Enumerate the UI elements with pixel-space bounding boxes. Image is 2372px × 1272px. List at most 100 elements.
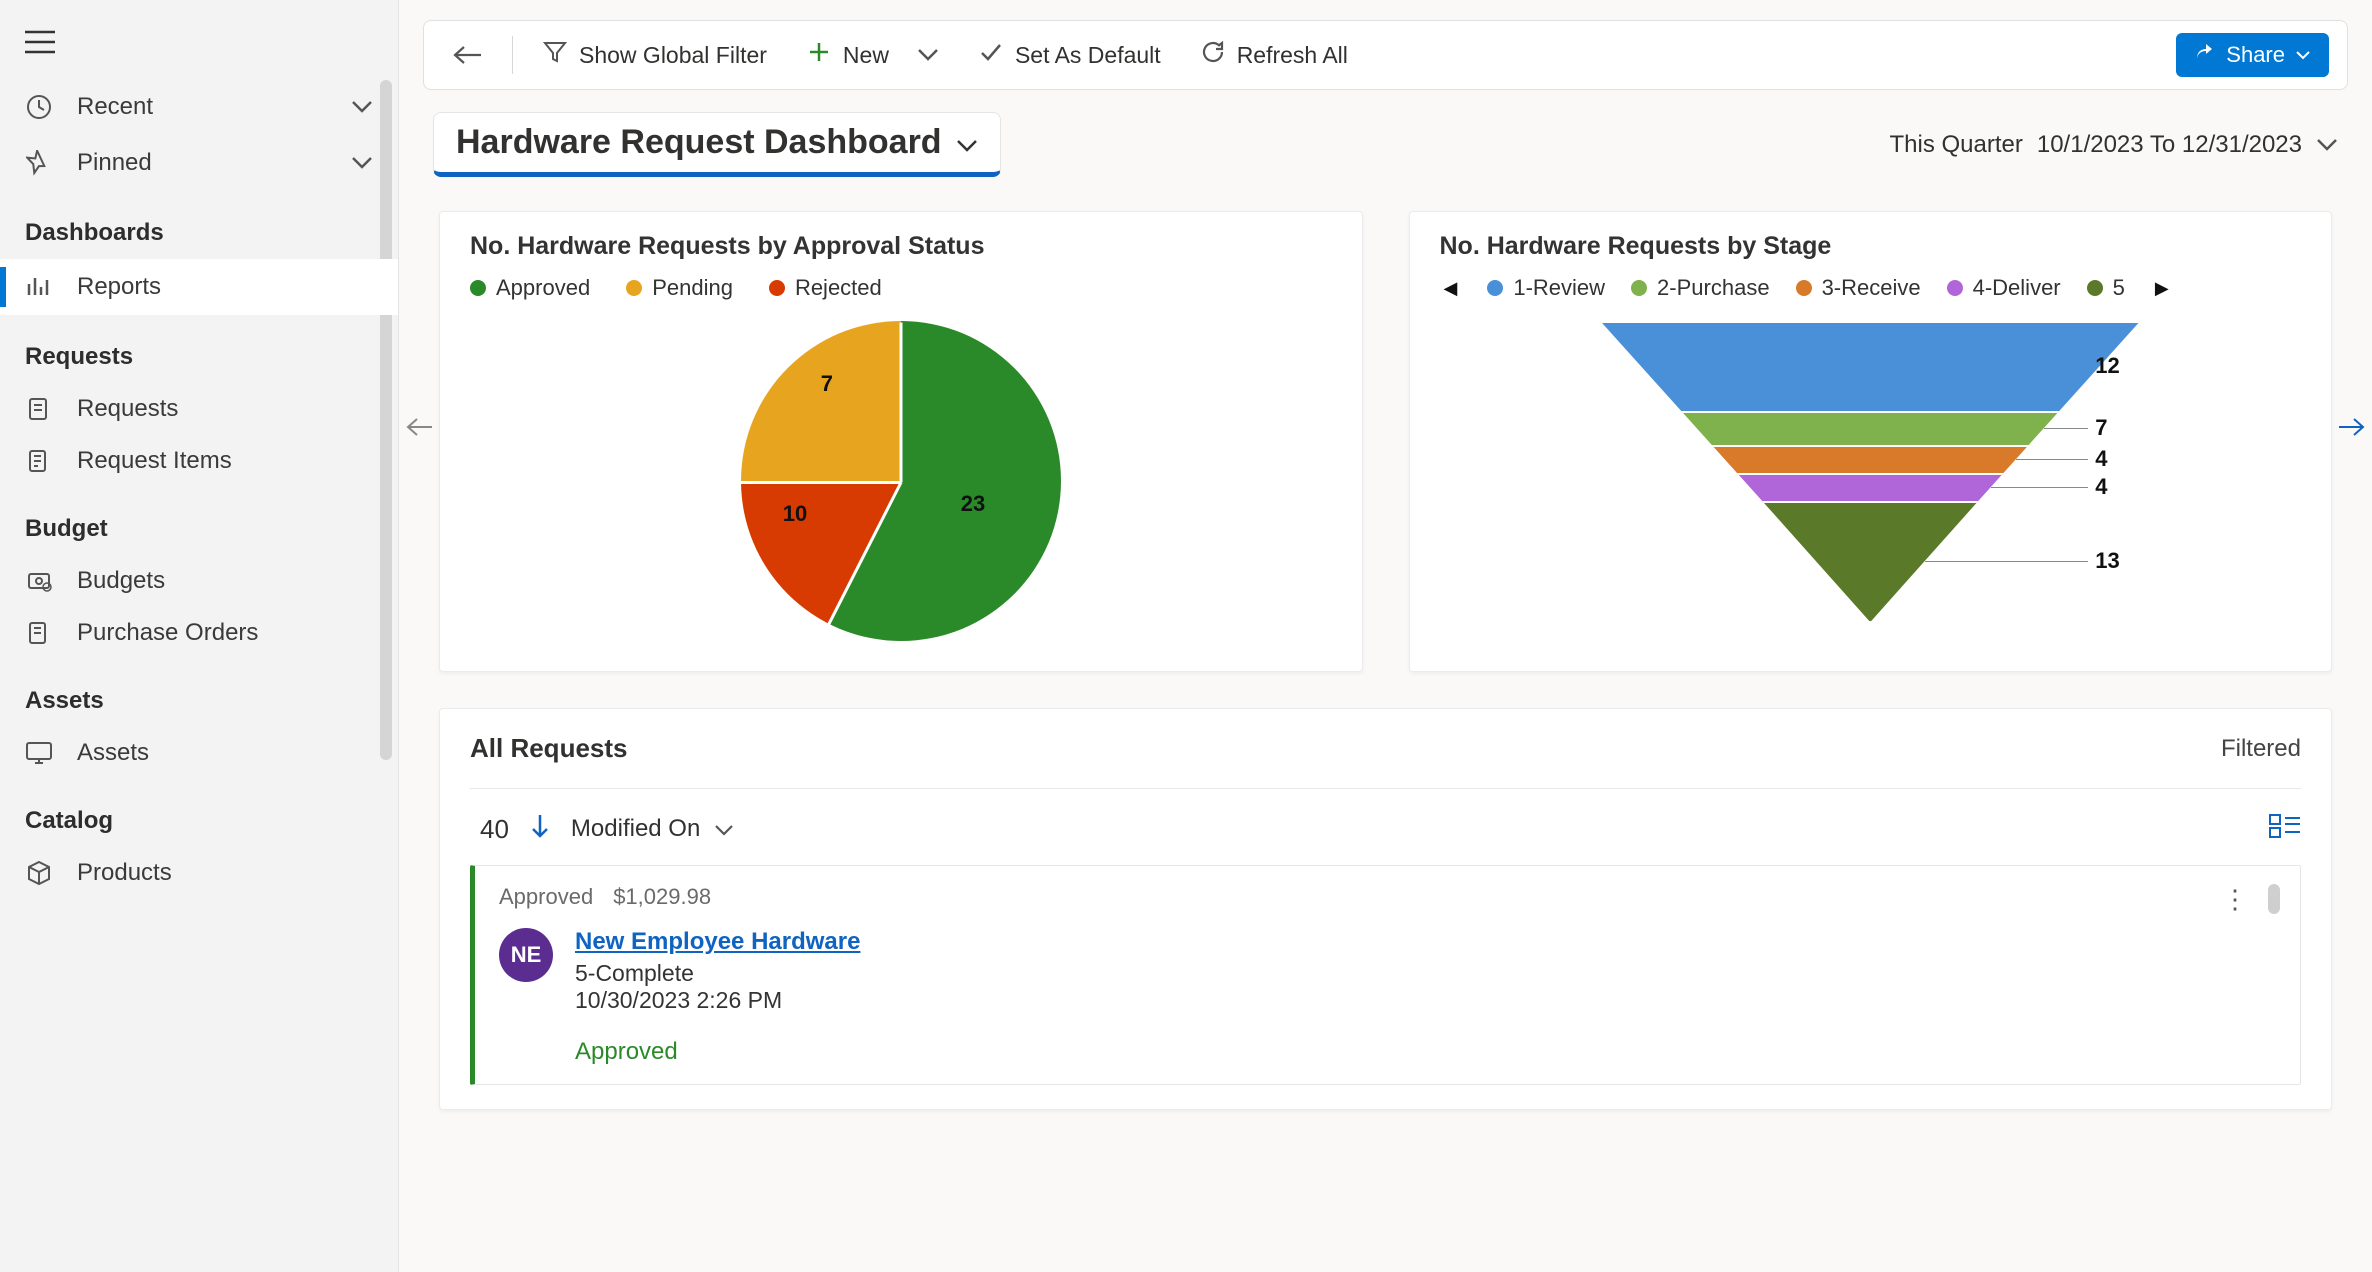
pin-icon xyxy=(25,149,53,177)
funnel-segment xyxy=(1737,473,2003,501)
plus-icon xyxy=(807,40,831,70)
view-toggle-button[interactable] xyxy=(2269,814,2301,844)
funnel-value: 13 xyxy=(2095,548,2119,574)
legend-scroll-right[interactable]: ▶ xyxy=(2151,278,2173,299)
sidebar-scrollbar[interactable] xyxy=(380,80,392,760)
reports-icon xyxy=(25,273,53,301)
nav-recent-label: Recent xyxy=(77,93,153,121)
legend-scroll-left[interactable]: ◀ xyxy=(1440,278,1462,299)
chevron-down-icon xyxy=(956,123,978,162)
charts-row: No. Hardware Requests by Approval Status… xyxy=(399,187,2372,672)
sidebar-item-products[interactable]: Products xyxy=(0,847,398,899)
cmd-label: Set As Default xyxy=(1015,42,1161,69)
legend-deliver[interactable]: 4-Deliver xyxy=(1947,275,2061,301)
back-button[interactable] xyxy=(442,39,492,71)
sidebar-item-label: Reports xyxy=(77,273,161,301)
charts-scroll-left[interactable] xyxy=(405,417,435,443)
dot-icon xyxy=(1947,280,1963,296)
funnel-value: 4 xyxy=(2095,446,2107,472)
legend-pending[interactable]: Pending xyxy=(626,275,733,301)
main-content: Show Global Filter New Set As Default Re… xyxy=(399,0,2372,1272)
sort-field-selector[interactable]: Modified On xyxy=(571,815,734,843)
nav-recent[interactable]: Recent xyxy=(0,79,398,135)
divider xyxy=(512,36,513,74)
requests-header: All Requests Filtered xyxy=(470,733,2301,789)
page-title: Hardware Request Dashboard xyxy=(456,123,942,162)
item-stage: 5-Complete xyxy=(575,960,860,987)
sidebar-item-label: Request Items xyxy=(77,447,232,475)
share-label: Share xyxy=(2226,42,2285,68)
avatar: NE xyxy=(499,928,553,982)
new-button[interactable]: New xyxy=(797,34,949,76)
clock-icon xyxy=(25,93,53,121)
cmd-label: Refresh All xyxy=(1237,42,1348,69)
card-title: No. Hardware Requests by Approval Status xyxy=(470,232,1332,261)
filtered-label: Filtered xyxy=(2221,735,2301,763)
all-requests-card: All Requests Filtered 40 Modified On ⋮ xyxy=(439,708,2332,1110)
section-dashboards: Dashboards xyxy=(0,191,398,259)
requests-icon xyxy=(25,395,53,423)
cmd-label: New xyxy=(843,42,889,69)
nav-pinned[interactable]: Pinned xyxy=(0,135,398,191)
sort-field-label: Modified On xyxy=(571,815,700,843)
funnel-segment xyxy=(1681,411,2059,445)
card-approval-status: No. Hardware Requests by Approval Status… xyxy=(439,211,1363,672)
requests-toolbar: 40 Modified On xyxy=(470,789,2301,865)
requests-count: 40 xyxy=(480,814,509,845)
dot-icon xyxy=(2087,280,2103,296)
purchase-orders-icon xyxy=(25,619,53,647)
section-catalog: Catalog xyxy=(0,779,398,847)
budgets-icon xyxy=(25,567,53,595)
sidebar-item-label: Assets xyxy=(77,739,149,767)
funnel-value: 4 xyxy=(2095,474,2107,500)
sidebar-item-label: Requests xyxy=(77,395,178,423)
card-stage: No. Hardware Requests by Stage ◀ 1-Revie… xyxy=(1409,211,2333,672)
set-as-default-button[interactable]: Set As Default xyxy=(969,34,1171,76)
funnel-value: 7 xyxy=(2095,415,2107,441)
legend-purchase[interactable]: 2-Purchase xyxy=(1631,275,1770,301)
timeframe-selector[interactable]: This Quarter 10/1/2023 To 12/31/2023 xyxy=(1889,131,2338,159)
item-link[interactable]: New Employee Hardware xyxy=(575,928,860,955)
legend-approved[interactable]: Approved xyxy=(470,275,590,301)
title-row: Hardware Request Dashboard This Quarter … xyxy=(399,90,2372,187)
pie-value: 10 xyxy=(783,501,807,527)
list-item[interactable]: ⋮ Approved $1,029.98 NE New Employee Har… xyxy=(470,865,2301,1085)
sidebar-item-purchase-orders[interactable]: Purchase Orders xyxy=(0,607,398,659)
share-button[interactable]: Share xyxy=(2176,33,2329,77)
pie-value: 23 xyxy=(961,491,985,517)
sidebar-item-reports[interactable]: Reports xyxy=(0,259,398,315)
section-budget: Budget xyxy=(0,487,398,555)
legend-receive[interactable]: 3-Receive xyxy=(1796,275,1921,301)
item-status-top: Approved xyxy=(499,884,593,910)
funnel-value: 12 xyxy=(2095,353,2119,379)
legend-review[interactable]: 1-Review xyxy=(1487,275,1605,301)
more-icon[interactable]: ⋮ xyxy=(2222,894,2248,904)
legend-overflow[interactable]: 5 xyxy=(2087,275,2125,301)
item-status-bottom: Approved xyxy=(575,1038,860,1066)
funnel-segment xyxy=(1712,445,2029,473)
refresh-all-button[interactable]: Refresh All xyxy=(1191,34,1358,76)
sidebar-item-request-items[interactable]: Request Items xyxy=(0,435,398,487)
dot-icon xyxy=(1487,280,1503,296)
funnel-chart[interactable]: 12 7 44 13 xyxy=(1440,311,2302,651)
hamburger-button[interactable] xyxy=(0,20,398,79)
sort-direction-icon[interactable] xyxy=(529,813,551,845)
sidebar-item-assets[interactable]: Assets xyxy=(0,727,398,779)
sidebar-item-label: Products xyxy=(77,859,172,887)
pie-legend: Approved Pending Rejected xyxy=(470,275,1332,301)
pie-chart[interactable]: 23710 xyxy=(470,311,1332,651)
sidebar-item-budgets[interactable]: Budgets xyxy=(0,555,398,607)
sidebar-item-requests[interactable]: Requests xyxy=(0,383,398,435)
check-icon xyxy=(979,40,1003,70)
funnel-segment xyxy=(1600,321,2140,411)
show-global-filter-button[interactable]: Show Global Filter xyxy=(533,34,777,76)
charts-scroll-right[interactable] xyxy=(2336,417,2366,443)
list-scrollbar[interactable] xyxy=(2268,884,2280,914)
dot-icon xyxy=(626,280,642,296)
chevron-down-icon xyxy=(351,156,373,170)
chevron-down-icon xyxy=(351,100,373,114)
dashboard-title-selector[interactable]: Hardware Request Dashboard xyxy=(433,112,1001,177)
chevron-down-icon xyxy=(2316,131,2338,159)
sidebar: Recent Pinned Dashboards Reports Request… xyxy=(0,0,399,1272)
legend-rejected[interactable]: Rejected xyxy=(769,275,882,301)
